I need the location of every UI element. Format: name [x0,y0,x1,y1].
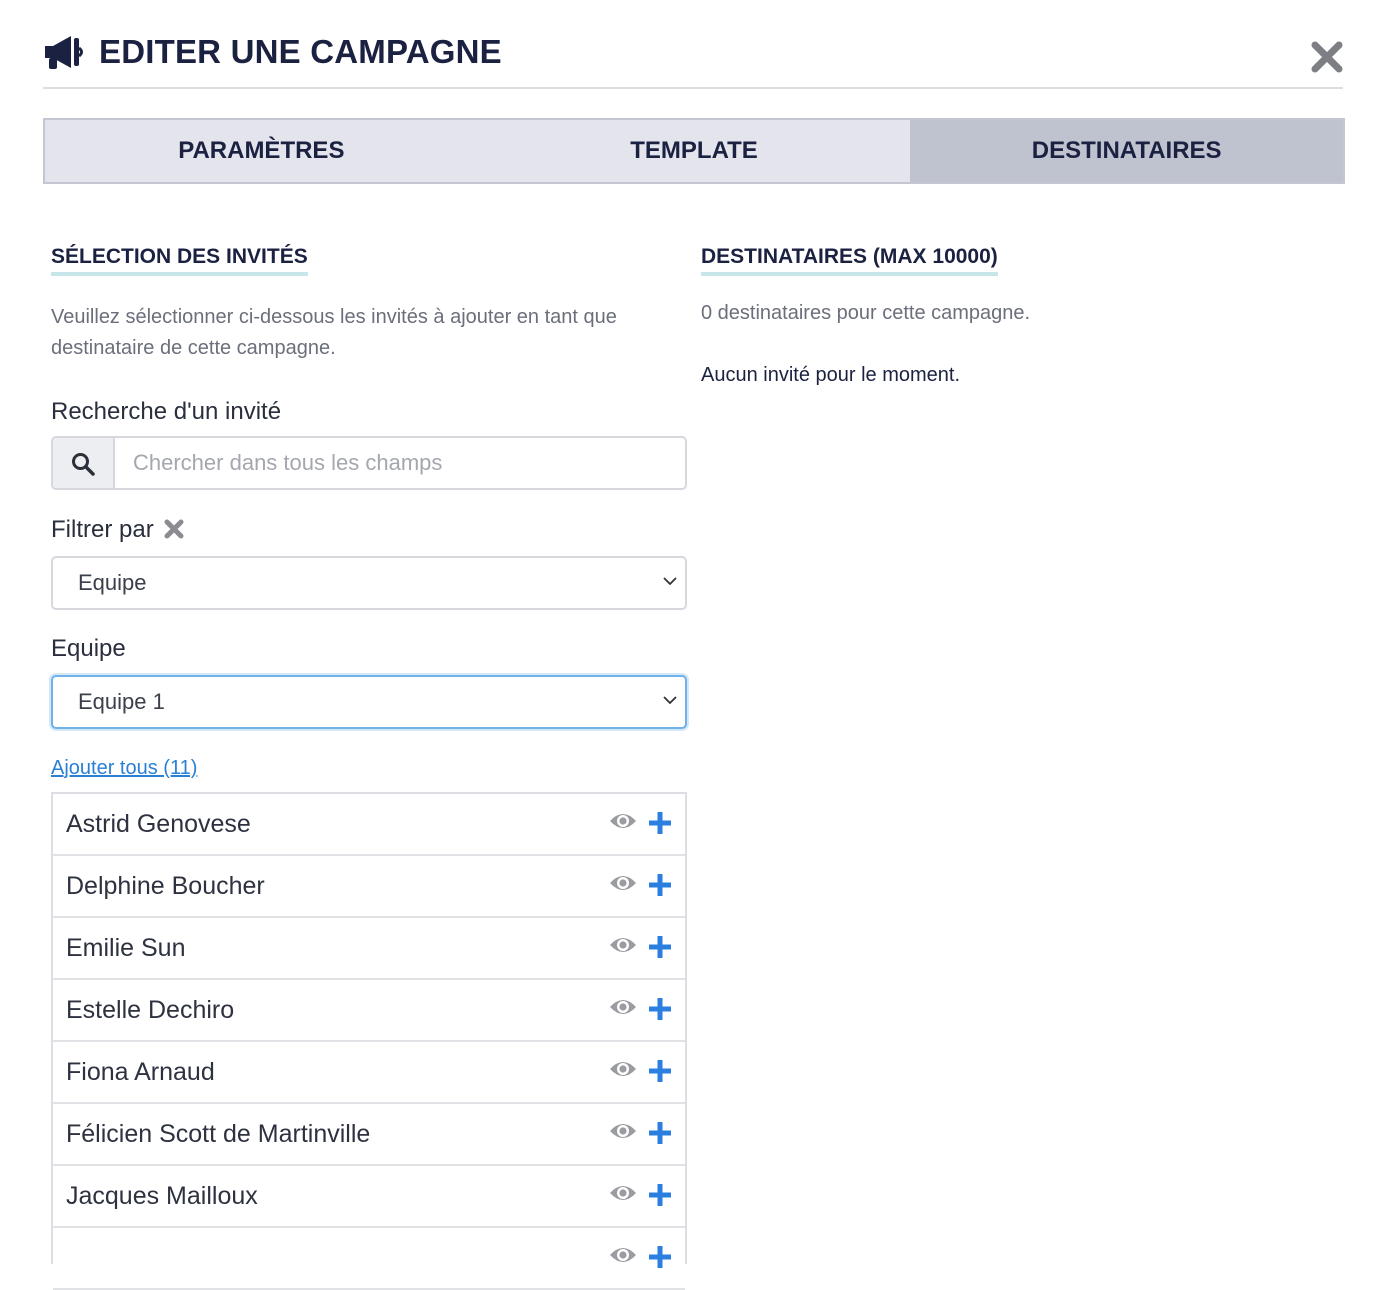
close-icon[interactable] [1310,40,1344,74]
search-label: Recherche d'un invité [51,398,282,425]
page-title: EDITER UNE CAMPAGNE [99,33,502,70]
filter-select[interactable]: Equipe [51,556,687,610]
plus-icon[interactable] [647,934,673,960]
search-box [51,436,693,490]
add-all-link[interactable]: Ajouter tous (11) [51,757,197,780]
guest-name: Emilie Sun [66,934,186,962]
clear-filter-icon[interactable] [164,518,184,540]
list-item: Félicien Scott de Martinville [53,1104,685,1166]
plus-icon[interactable] [647,1058,673,1084]
search-addon [53,438,115,488]
list-item: Jacques Mailloux [53,1166,685,1228]
eye-icon[interactable] [609,1182,637,1204]
filter-select-value: Equipe [78,570,147,595]
team-select[interactable]: Equipe 1 [51,675,687,729]
list-item: Delphine Boucher [53,856,685,918]
guest-selection-description: Veuillez sélectionner ci-dessous les inv… [51,306,617,359]
guest-name: Jacques Mailloux [66,1182,258,1210]
plus-icon[interactable] [647,810,673,836]
guest-name: Estelle Dechiro [66,996,235,1024]
eye-icon[interactable] [609,872,637,894]
recipients-count: 0 destinataires pour cette campagne. [701,302,1031,324]
search-input[interactable] [115,438,693,488]
guest-name: Félicien Scott de Martinville [66,1120,371,1148]
guest-name: Delphine Boucher [66,872,265,900]
plus-icon[interactable] [647,1244,673,1270]
chevron-down-icon [663,577,677,586]
plus-icon[interactable] [647,1120,673,1146]
list-item: Emilie Sun [53,918,685,980]
list-item: Fiona Arnaud [53,1042,685,1104]
list-item: Astrid Genovese [53,794,685,856]
tab-destinataires[interactable]: DESTINATAIRES [910,120,1344,182]
recipients-title: DESTINATAIRES (MAX 10000) [701,245,998,276]
eye-icon[interactable] [609,1120,637,1142]
guest-name: Astrid Genovese [66,810,251,838]
tab-template[interactable]: TEMPLATE [478,120,911,182]
tab-parametres[interactable]: PARAMÈTRES [45,120,478,182]
plus-icon[interactable] [647,872,673,898]
eye-icon[interactable] [609,1058,637,1080]
team-select-value: Equipe 1 [78,689,165,714]
tab-bar: PARAMÈTRES TEMPLATE DESTINATAIRES [43,118,1345,184]
team-label: Equipe [51,635,126,662]
chevron-down-icon [663,696,677,705]
guest-list: Astrid Genovese Delphine Boucher Emilie … [51,792,687,1290]
eye-icon[interactable] [609,996,637,1018]
guest-name: Fiona Arnaud [66,1058,215,1086]
eye-icon[interactable] [609,1244,637,1266]
eye-icon[interactable] [609,934,637,956]
list-item [53,1228,685,1290]
list-item: Estelle Dechiro [53,980,685,1042]
recipients-empty-message: Aucun invité pour le moment. [701,364,961,386]
guest-selection-title: SÉLECTION DES INVITÉS [51,245,308,276]
plus-icon[interactable] [647,1182,673,1208]
modal-header: EDITER UNE CAMPAGNE [43,0,1343,89]
plus-icon[interactable] [647,996,673,1022]
megaphone-icon [45,36,83,69]
eye-icon[interactable] [609,810,637,832]
filter-label: Filtrer par [51,516,154,543]
search-icon [72,453,95,476]
